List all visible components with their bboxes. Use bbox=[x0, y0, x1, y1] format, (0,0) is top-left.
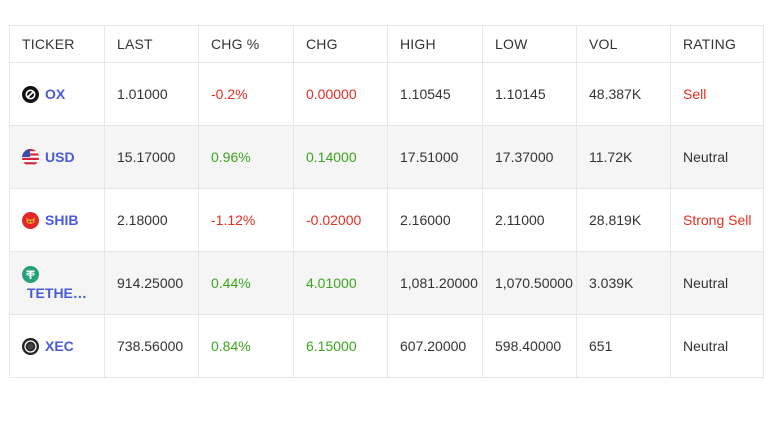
chg-cell: 4.01000 bbox=[294, 252, 388, 315]
low-cell: 598.40000 bbox=[483, 315, 577, 378]
header-ticker[interactable]: TICKER bbox=[10, 26, 105, 63]
header-last[interactable]: LAST bbox=[105, 26, 199, 63]
rating-cell: Neutral bbox=[671, 315, 764, 378]
ticker-cell[interactable]: USD bbox=[10, 126, 105, 189]
last-cell: 1.01000 bbox=[105, 63, 199, 126]
tether-coin-icon bbox=[22, 265, 39, 283]
header-low[interactable]: LOW bbox=[483, 26, 577, 63]
last-cell: 914.25000 bbox=[105, 252, 199, 315]
ox-coin-icon bbox=[22, 85, 39, 103]
vol-cell: 28.819K bbox=[577, 189, 671, 252]
ticker-label[interactable]: OX bbox=[45, 86, 65, 102]
low-cell: 1.10145 bbox=[483, 63, 577, 126]
high-cell: 607.20000 bbox=[388, 315, 483, 378]
rating-cell: Neutral bbox=[671, 126, 764, 189]
vol-cell: 11.72K bbox=[577, 126, 671, 189]
xec-coin-icon bbox=[22, 337, 39, 355]
chg-cell: -0.02000 bbox=[294, 189, 388, 252]
rating-cell: Sell bbox=[671, 63, 764, 126]
vol-cell: 48.387K bbox=[577, 63, 671, 126]
ticker-cell[interactable]: SHIB bbox=[10, 189, 105, 252]
table-row[interactable]: USD 15.17000 0.96% 0.14000 17.51000 17.3… bbox=[10, 126, 764, 189]
last-cell: 2.18000 bbox=[105, 189, 199, 252]
chg-cell: 6.15000 bbox=[294, 315, 388, 378]
vol-cell: 651 bbox=[577, 315, 671, 378]
chg-pct-cell: 0.96% bbox=[199, 126, 294, 189]
chg-cell: 0.14000 bbox=[294, 126, 388, 189]
vol-cell: 3.039K bbox=[577, 252, 671, 315]
last-cell: 738.56000 bbox=[105, 315, 199, 378]
table-header-row: TICKER LAST CHG % CHG HIGH LOW VOL RATIN… bbox=[10, 26, 764, 63]
chg-cell: 0.00000 bbox=[294, 63, 388, 126]
ticker-label[interactable]: TETHE… bbox=[22, 285, 87, 301]
table-row[interactable]: XEC 738.56000 0.84% 6.15000 607.20000 59… bbox=[10, 315, 764, 378]
rating-cell: Strong Sell bbox=[671, 189, 764, 252]
table-row[interactable]: SHIB 2.18000 -1.12% -0.02000 2.16000 2.1… bbox=[10, 189, 764, 252]
chg-pct-cell: -0.2% bbox=[199, 63, 294, 126]
ticker-cell[interactable]: TETHE… bbox=[10, 252, 105, 315]
header-chg-pct[interactable]: CHG % bbox=[199, 26, 294, 63]
low-cell: 2.11000 bbox=[483, 189, 577, 252]
high-cell: 2.16000 bbox=[388, 189, 483, 252]
high-cell: 1.10545 bbox=[388, 63, 483, 126]
header-chg[interactable]: CHG bbox=[294, 26, 388, 63]
high-cell: 17.51000 bbox=[388, 126, 483, 189]
header-rating[interactable]: RATING bbox=[671, 26, 764, 63]
table-row[interactable]: TETHE… 914.25000 0.44% 4.01000 1,081.200… bbox=[10, 252, 764, 315]
ticker-label[interactable]: XEC bbox=[45, 338, 74, 354]
last-cell: 15.17000 bbox=[105, 126, 199, 189]
header-vol[interactable]: VOL bbox=[577, 26, 671, 63]
table-row[interactable]: OX 1.01000 -0.2% 0.00000 1.10545 1.10145… bbox=[10, 63, 764, 126]
ticker-cell[interactable]: OX bbox=[10, 63, 105, 126]
ticker-label[interactable]: SHIB bbox=[45, 212, 78, 228]
low-cell: 1,070.50000 bbox=[483, 252, 577, 315]
low-cell: 17.37000 bbox=[483, 126, 577, 189]
chg-pct-cell: 0.84% bbox=[199, 315, 294, 378]
ticker-label[interactable]: USD bbox=[45, 149, 75, 165]
ticker-cell[interactable]: XEC bbox=[10, 315, 105, 378]
us-flag-icon bbox=[22, 148, 39, 166]
rating-cell: Neutral bbox=[671, 252, 764, 315]
header-high[interactable]: HIGH bbox=[388, 26, 483, 63]
chg-pct-cell: 0.44% bbox=[199, 252, 294, 315]
shib-coin-icon bbox=[22, 211, 39, 229]
chg-pct-cell: -1.12% bbox=[199, 189, 294, 252]
market-table: TICKER LAST CHG % CHG HIGH LOW VOL RATIN… bbox=[9, 25, 764, 378]
high-cell: 1,081.20000 bbox=[388, 252, 483, 315]
